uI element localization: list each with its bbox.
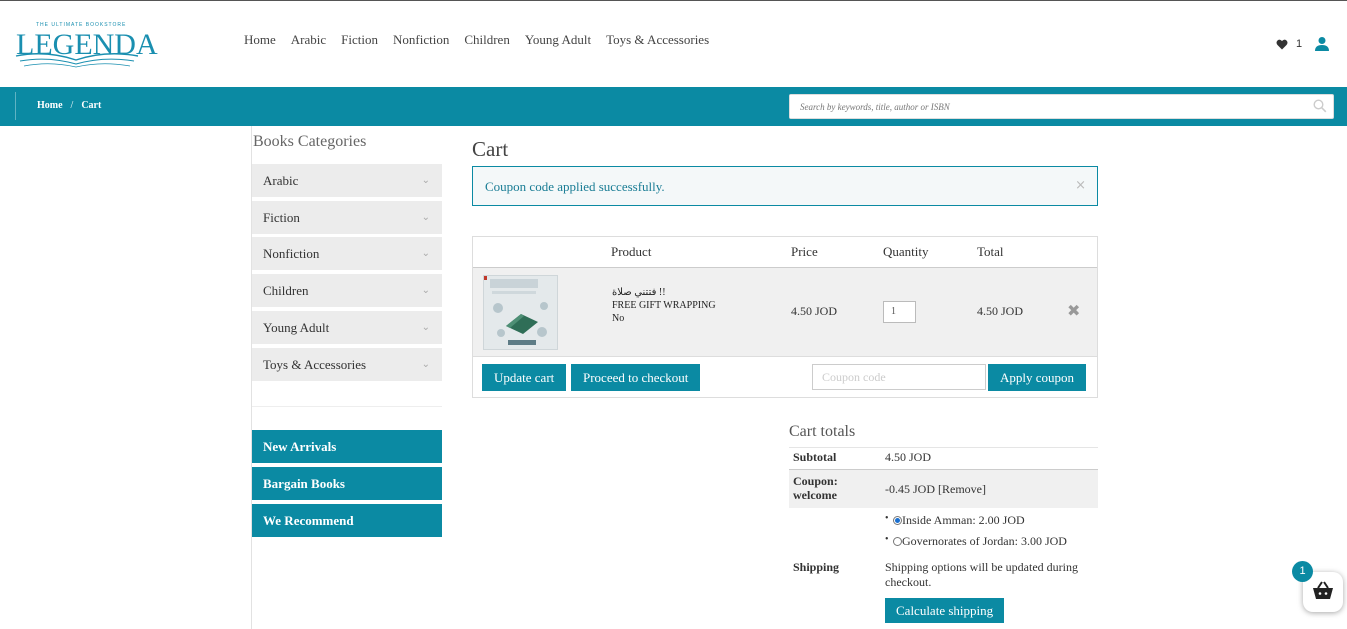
category-young-adult[interactable]: Young Adult ⌄: [252, 311, 442, 344]
close-icon[interactable]: ×: [1075, 178, 1086, 193]
shipping-option-amman[interactable]: • Inside Amman: 2.00 JOD: [885, 513, 1025, 528]
shipping-label: Shipping: [793, 560, 840, 574]
category-label: Toys & Accessories: [263, 357, 367, 372]
product-name: فتتني صلاة !! FREE GIFT WRAPPING No: [612, 286, 716, 325]
category-arabic[interactable]: Arabic ⌄: [252, 164, 442, 197]
category-fiction[interactable]: Fiction ⌄: [252, 201, 442, 234]
chevron-down-icon[interactable]: ⌄: [422, 274, 430, 307]
bar-divider: [15, 92, 16, 120]
search-icon[interactable]: [1313, 99, 1327, 113]
proceed-checkout-button[interactable]: Proceed to checkout: [571, 364, 701, 391]
category-label: Fiction: [263, 210, 300, 225]
cart-totals-title: Cart totals: [789, 423, 856, 440]
shipping-row: Shipping Shipping options will be update…: [789, 559, 1098, 599]
cart-table: Product Price Quantity Total فتتني صلاة …: [472, 236, 1098, 398]
category-label: Children: [263, 283, 309, 298]
quantity-input[interactable]: 1: [883, 301, 916, 323]
block-bargain-books[interactable]: Bargain Books: [252, 467, 442, 500]
cart-item-row: فتتني صلاة !! FREE GIFT WRAPPING No 4.50…: [473, 268, 1097, 357]
chevron-down-icon[interactable]: ⌄: [422, 164, 430, 197]
nav-home[interactable]: Home: [244, 32, 276, 48]
cart-table-header: Product Price Quantity Total: [473, 237, 1097, 268]
shipping-option-governorates[interactable]: • Governorates of Jordan: 3.00 JOD: [885, 534, 1067, 549]
nav-arabic[interactable]: Arabic: [291, 32, 326, 48]
remove-coupon-link[interactable]: [Remove]: [938, 482, 986, 496]
open-book-icon: [15, 53, 139, 68]
product-meta-value: No: [612, 313, 625, 324]
chevron-down-icon[interactable]: ⌄: [422, 348, 430, 381]
category-label: Nonfiction: [263, 246, 320, 261]
nav-young-adult[interactable]: Young Adult: [525, 32, 591, 48]
coupon-value: -0.45 JOD: [885, 482, 935, 496]
subtotal-value: 4.50 JOD: [885, 450, 932, 464]
radio-selected-icon[interactable]: [893, 516, 902, 525]
chevron-down-icon[interactable]: ⌄: [422, 201, 430, 234]
category-nonfiction[interactable]: Nonfiction ⌄: [252, 237, 442, 270]
radio-unselected-icon[interactable]: [893, 537, 902, 546]
chevron-down-icon[interactable]: ⌄: [422, 311, 430, 344]
sidebar-divider: [252, 406, 442, 407]
nav-fiction[interactable]: Fiction: [341, 32, 378, 48]
mini-cart-count-badge: 1: [1292, 561, 1313, 582]
category-label: Arabic: [263, 173, 299, 188]
col-price: Price: [791, 244, 818, 259]
breadcrumb-current: Cart: [81, 100, 102, 111]
wishlist-count: 1: [1296, 38, 1303, 50]
product-meta-label: FREE GIFT WRAPPING: [612, 300, 716, 311]
coupon-value-group: -0.45 JOD [Remove]: [885, 482, 986, 497]
shipping-note: Shipping options will be updated during …: [885, 560, 1078, 589]
col-total: Total: [977, 244, 1004, 259]
shipping-option-label: Governorates of Jordan: 3.00 JOD: [902, 534, 1067, 548]
heart-icon[interactable]: [1276, 39, 1288, 50]
basket-icon: [1313, 581, 1333, 599]
product-total: 4.50 JOD: [977, 304, 1024, 318]
coupon-row: Coupon: welcome -0.45 JOD [Remove]: [789, 469, 1098, 508]
breadcrumb-separator: /: [70, 100, 74, 111]
sidebar-title: Books Categories: [253, 133, 367, 150]
top-border: [0, 0, 1347, 1]
block-new-arrivals[interactable]: New Arrivals: [252, 430, 442, 463]
subtotal-label: Subtotal: [793, 450, 837, 464]
nav-children[interactable]: Children: [464, 32, 510, 48]
coupon-label: Coupon: welcome: [793, 474, 838, 502]
header-icons: 1: [1276, 36, 1330, 52]
nav-toys-accessories[interactable]: Toys & Accessories: [606, 32, 709, 48]
coupon-notice: Coupon code applied successfully. ×: [472, 166, 1098, 206]
coupon-code-input[interactable]: [812, 364, 986, 390]
user-icon[interactable]: [1314, 36, 1330, 52]
category-label: Young Adult: [263, 320, 330, 335]
shipping-option-label: Inside Amman: 2.00 JOD: [902, 513, 1025, 527]
remove-item-icon[interactable]: ✖: [1067, 301, 1080, 320]
shipping-options: • Inside Amman: 2.00 JOD • Governorates of…: [789, 512, 1098, 552]
product-thumbnail[interactable]: [483, 275, 558, 350]
product-price: 4.50 JOD: [791, 304, 838, 318]
search-box: [789, 94, 1334, 119]
update-cart-button[interactable]: Update cart: [482, 364, 567, 391]
block-we-recommend[interactable]: We Recommend: [252, 504, 442, 537]
chevron-down-icon[interactable]: ⌄: [422, 237, 430, 270]
nav-nonfiction[interactable]: Nonfiction: [393, 32, 449, 48]
notice-message: Coupon code applied successfully.: [485, 179, 665, 194]
product-title[interactable]: فتتني صلاة !!: [612, 286, 716, 299]
breadcrumb: Home / Cart: [37, 100, 101, 111]
page-title: Cart: [472, 137, 509, 161]
apply-coupon-button[interactable]: Apply coupon: [988, 364, 1087, 391]
search-input[interactable]: [790, 95, 1290, 118]
breadcrumb-home[interactable]: Home: [37, 100, 63, 111]
calculate-shipping-button[interactable]: Calculate shipping: [885, 598, 1005, 623]
col-quantity: Quantity: [883, 244, 929, 259]
main-nav: Home Arabic Fiction Nonfiction Children …: [244, 32, 709, 48]
category-children[interactable]: Children ⌄: [252, 274, 442, 307]
col-product: Product: [611, 244, 652, 259]
subtotal-row: Subtotal 4.50 JOD: [789, 447, 1098, 469]
category-toys-accessories[interactable]: Toys & Accessories ⌄: [252, 348, 442, 381]
legenda-logo[interactable]: THE ULTIMATE BOOKSTORE LEGENDA: [14, 22, 158, 68]
book-cover-image: [484, 276, 557, 349]
